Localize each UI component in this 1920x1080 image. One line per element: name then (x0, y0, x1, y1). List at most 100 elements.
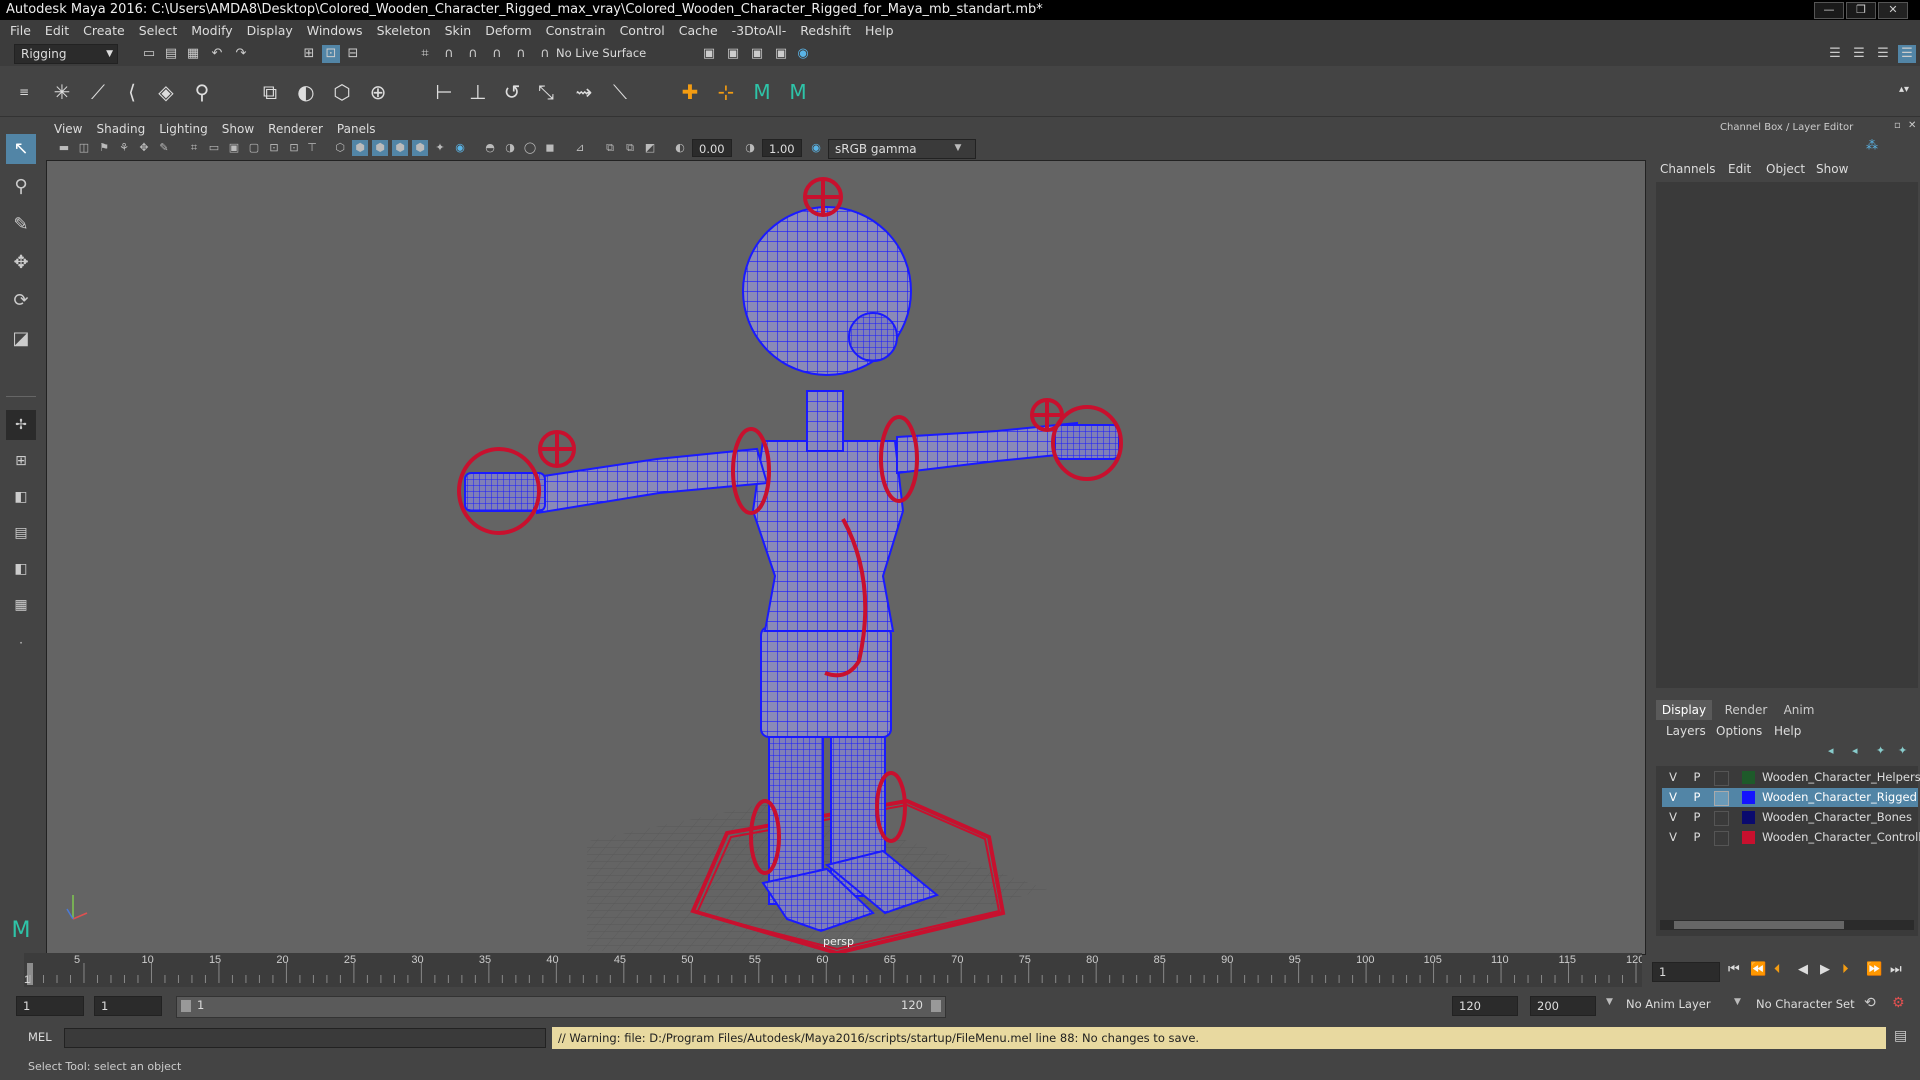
channel-show-menu[interactable]: Show (1816, 162, 1848, 176)
close-panel-icon[interactable]: ✕ (1908, 120, 1916, 131)
chevron-down-icon[interactable]: ▼ (1606, 997, 1613, 1007)
menu-windows[interactable]: Windows (300, 20, 370, 42)
depth-of-field-icon[interactable]: ◯ (522, 140, 538, 156)
menu-modify[interactable]: Modify (184, 20, 239, 42)
scale-tool-icon[interactable]: ◪ (6, 324, 36, 354)
toolbox-more-icon[interactable]: · (6, 628, 36, 658)
select-object-icon[interactable]: ⊡ (322, 45, 340, 63)
step-forward-key-icon[interactable]: ⏵ (1842, 962, 1849, 977)
viewport-menu-lighting[interactable]: Lighting (152, 120, 215, 138)
viewport-menu-shading[interactable]: Shading (89, 120, 152, 138)
render-settings-icon[interactable]: ▣ (772, 45, 790, 63)
current-frame-field[interactable]: 1 (1652, 962, 1720, 982)
snap-grid-icon[interactable]: ⌗ (416, 45, 434, 63)
layer-display-type[interactable] (1714, 791, 1729, 806)
head-controller[interactable] (803, 177, 843, 217)
neck[interactable] (806, 390, 844, 452)
menu-control[interactable]: Control (613, 20, 672, 42)
close-button[interactable]: ✕ (1878, 2, 1908, 19)
lasso-tool-icon[interactable]: ⚲ (6, 172, 36, 202)
layer-visibility-toggle[interactable]: V (1666, 768, 1680, 787)
image-plane-icon[interactable]: ⚘ (116, 140, 132, 156)
layer-color-swatch[interactable] (1742, 771, 1755, 784)
menu-cache[interactable]: Cache (672, 20, 725, 42)
play-backward-icon[interactable]: ◀ (1798, 962, 1808, 977)
menu-file[interactable]: File (0, 20, 38, 42)
paint-select-icon[interactable]: ✎ (6, 210, 36, 240)
paint-weights-icon[interactable]: ◐ (292, 78, 320, 106)
move-layer-up-icon[interactable]: ◂ (1828, 744, 1834, 757)
scale-constraint-icon[interactable]: ⤡ (532, 78, 560, 106)
menu-create[interactable]: Create (76, 20, 132, 42)
layer-playback-toggle[interactable]: P (1690, 828, 1704, 847)
layer-help-menu[interactable]: Help (1774, 724, 1801, 738)
color-management-icon[interactable]: ◉ (808, 140, 824, 156)
viewport-menu-show[interactable]: Show (215, 120, 261, 138)
cluster-icon[interactable]: ⊕ (364, 78, 392, 106)
menu-set-dropdown[interactable]: Rigging ▼ (14, 44, 118, 64)
layout-hypershade-icon[interactable]: ▦ (6, 590, 36, 620)
move-tool-icon[interactable]: ✥ (6, 248, 36, 278)
tool-settings-icon[interactable]: ☰ (1874, 45, 1892, 63)
shelf-scroll-icon[interactable]: ▴▾ (1890, 76, 1918, 104)
layer-color-swatch[interactable] (1742, 831, 1755, 844)
render-view-icon[interactable]: ▣ (700, 45, 718, 63)
gamma-icon[interactable]: ◑ (742, 140, 758, 156)
wireframe-on-shaded-icon[interactable]: ⬢ (372, 140, 388, 156)
snap-point-icon[interactable]: ∩ (464, 45, 482, 63)
go-to-end-icon[interactable]: ⏭ (1890, 962, 1902, 977)
nose[interactable] (848, 312, 898, 362)
gamma-field[interactable]: 1.00 (762, 139, 802, 157)
make-live-icon[interactable]: ∩ (536, 45, 554, 63)
step-back-frame-icon[interactable]: ⏪ (1750, 962, 1766, 977)
range-start-handle[interactable] (181, 1000, 191, 1012)
layer-visibility-toggle[interactable]: V (1666, 828, 1680, 847)
maya-logo-alt-icon[interactable]: M (784, 78, 812, 106)
layer-scrollbar[interactable] (1660, 920, 1914, 930)
layer-playback-toggle[interactable]: P (1690, 768, 1704, 787)
layer-visibility-toggle[interactable]: V (1666, 788, 1680, 807)
viewport-menu-renderer[interactable]: Renderer (261, 120, 330, 138)
command-input[interactable] (64, 1028, 546, 1048)
wireframe-icon[interactable]: ⬡ (332, 140, 348, 156)
snap-surface-icon[interactable]: ∩ (512, 45, 530, 63)
camera-attributes-icon[interactable]: ◫ (76, 140, 92, 156)
menu-edit[interactable]: Edit (38, 20, 76, 42)
pole-vector-icon[interactable]: ⟍ (606, 78, 634, 106)
step-forward-frame-icon[interactable]: ⏩ (1866, 962, 1882, 977)
isolate-select-icon[interactable]: ◼ (542, 140, 558, 156)
snap-curve-icon[interactable]: ∩ (440, 45, 458, 63)
menu-redshift[interactable]: Redshift (793, 20, 858, 42)
layer-row-selected[interactable]: V P Wooden_Character_Rigged (1662, 788, 1918, 807)
gate-mask-icon[interactable]: ▢ (246, 140, 262, 156)
channel-object-menu[interactable]: Object (1766, 162, 1805, 176)
select-hierarchy-icon[interactable]: ⊞ (300, 45, 318, 63)
tab-anim[interactable]: Anim (1774, 700, 1824, 720)
preferences-icon[interactable]: ⚙ (1892, 995, 1905, 1011)
menu-help[interactable]: Help (858, 20, 901, 42)
menu-deform[interactable]: Deform (478, 20, 538, 42)
channels-menu[interactable]: Channels (1660, 162, 1716, 176)
open-scene-icon[interactable]: ▤ (162, 45, 180, 63)
render-frame-icon[interactable]: ▣ (724, 45, 742, 63)
time-slider[interactable]: 5 10 15 20 25 30 35 40 45 50 55 60 65 70 75 80 85 90 95 100… (24, 953, 1644, 987)
insert-joint-icon[interactable]: ◈ (152, 78, 180, 106)
ambient-occlusion-icon[interactable]: ◉ (452, 140, 468, 156)
select-camera-icon[interactable]: ▬ (56, 140, 72, 156)
range-slider[interactable]: 1 120 (176, 996, 946, 1018)
ipr-render-icon[interactable]: ▣ (748, 45, 766, 63)
aim-constraint-icon[interactable]: ⇝ (570, 78, 598, 106)
new-layer-selected-icon[interactable]: ✦ (1898, 744, 1907, 757)
layers-menu[interactable]: Layers (1666, 724, 1706, 738)
backface-cull-icon[interactable]: ◩ (642, 140, 658, 156)
layer-display-type[interactable] (1714, 811, 1729, 826)
bookmark-icon[interactable]: ⚑ (96, 140, 112, 156)
float-panel-icon[interactable]: ▫ (1894, 120, 1901, 131)
set-driven-key-icon[interactable]: ⊹ (712, 78, 740, 106)
tab-render[interactable]: Render (1718, 700, 1774, 720)
layer-row[interactable]: V P Wooden_Character_Bones (1662, 808, 1918, 827)
playback-end-field[interactable]: 120 (1452, 996, 1518, 1016)
grease-pencil-icon[interactable]: ✎ (156, 140, 172, 156)
xray-icon[interactable]: ⊿ (572, 140, 588, 156)
parent-constraint-icon[interactable]: ⊢ (430, 78, 458, 106)
